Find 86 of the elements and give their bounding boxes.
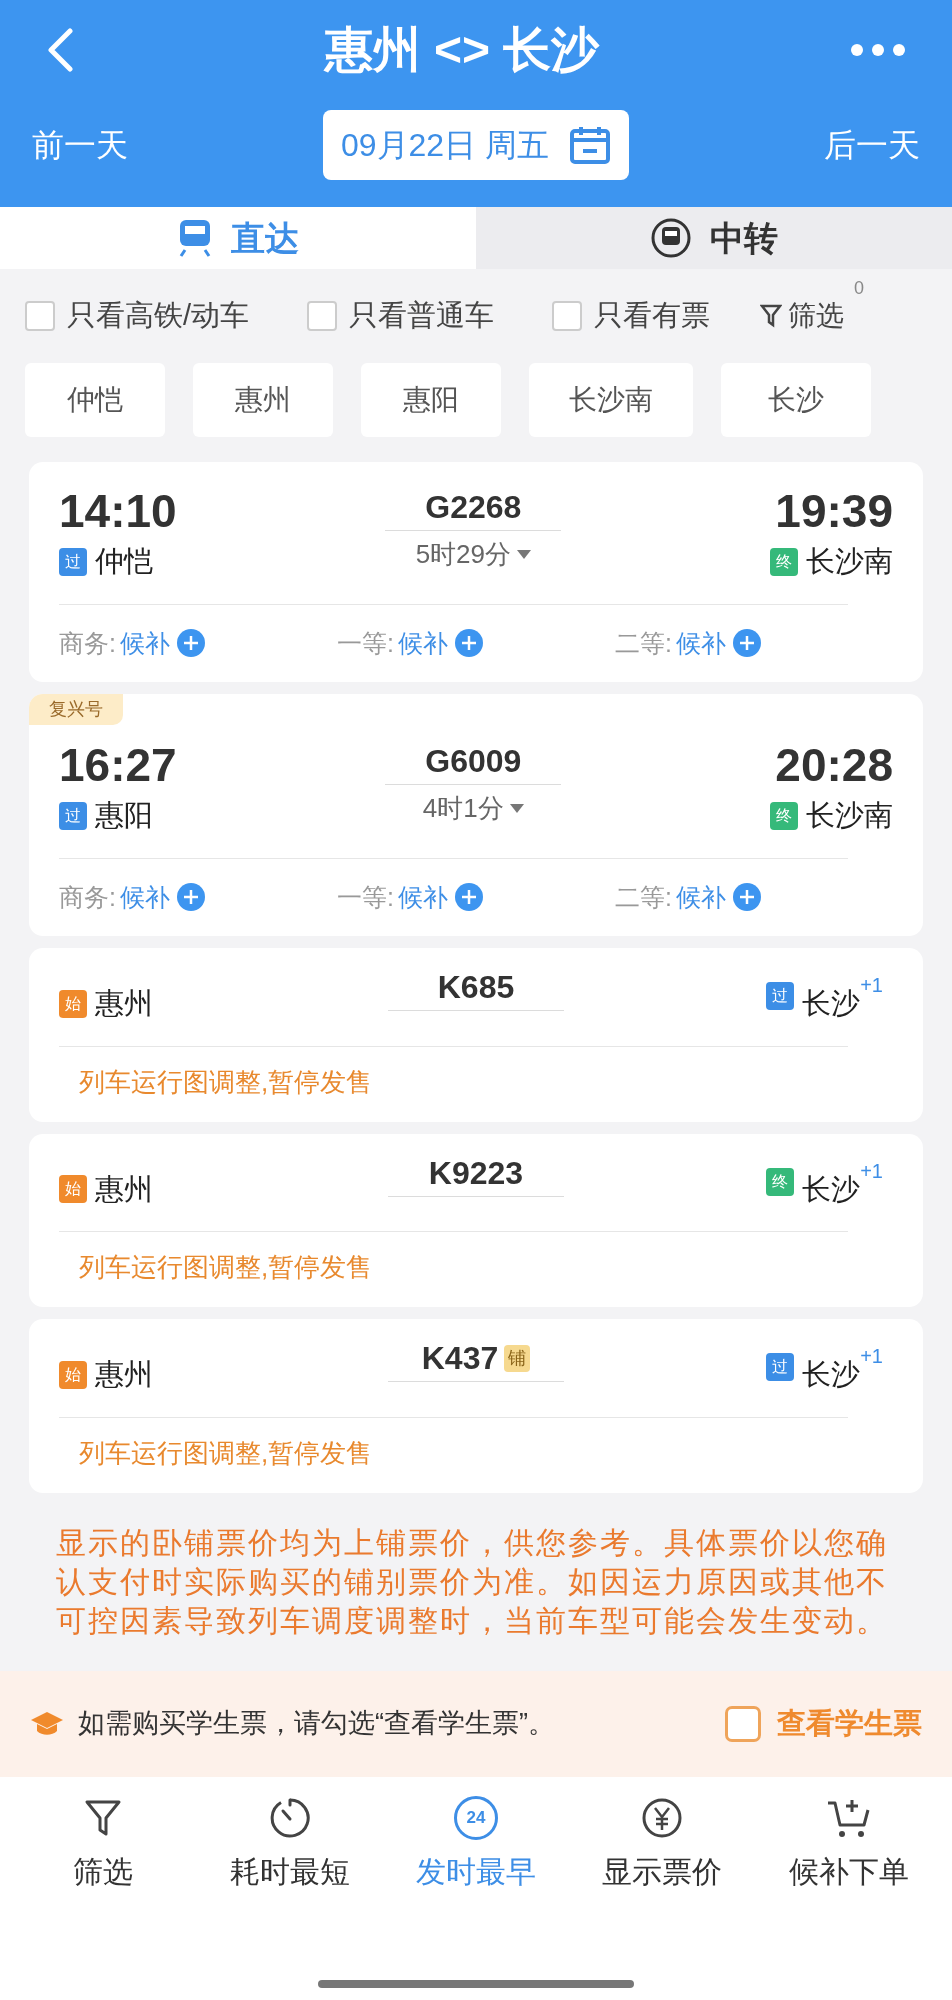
bottom-nav-item[interactable]: 筛选: [13, 1794, 194, 1894]
caret-down-icon: [517, 550, 531, 559]
plus-circle-icon: [175, 628, 206, 659]
train-number[interactable]: G6009: [425, 742, 522, 780]
filter-count: 0: [854, 277, 865, 300]
stop-type-badge: 过: [59, 801, 87, 830]
stop-type-badge: 始: [59, 1360, 87, 1389]
tab[interactable]: 中转: [476, 207, 952, 269]
seat-class: 一等:: [337, 627, 394, 659]
filter-checkbox[interactable]: 只看有票: [552, 294, 711, 338]
train-transfer-icon: [650, 217, 692, 259]
duration: 5时29分: [415, 538, 511, 571]
arrival-time: 20:28: [775, 738, 893, 792]
day-offset: +1: [860, 1344, 883, 1369]
route-title: 惠州 <> 长沙: [324, 22, 600, 78]
stop-type-badge: 终: [770, 801, 798, 830]
plus-circle-icon: [453, 882, 484, 913]
station-name: 惠州: [95, 1171, 153, 1207]
station-name: 惠州: [95, 1357, 153, 1392]
station-name: 仲恺: [95, 544, 153, 579]
station-name: 长沙: [802, 1357, 861, 1392]
train-icon: [177, 218, 213, 258]
arrival-time: 19:39: [775, 484, 893, 538]
train-number[interactable]: G2268: [425, 488, 522, 526]
seat-class: 二等:: [615, 881, 672, 913]
checkbox[interactable]: [552, 301, 583, 331]
student-ticket-hint: 如需购买学生票，请勾选“查看学生票”。: [78, 1707, 556, 1741]
station-name: 长沙: [802, 1171, 861, 1207]
timer-icon: [268, 1796, 311, 1839]
calendar-icon: [569, 125, 612, 165]
plus-circle-icon: [731, 882, 762, 913]
plus-circle-icon: [453, 628, 484, 659]
seat-class: 商务:: [59, 627, 116, 659]
checkbox[interactable]: [25, 301, 55, 331]
station-name: 长沙南: [806, 544, 893, 579]
sale-notice: 列车运行图调整,暂停发售: [78, 1065, 374, 1099]
departure-time: 16:27: [59, 738, 177, 792]
station-chip[interactable]: 长沙: [721, 363, 871, 437]
train-number[interactable]: K437: [421, 1339, 499, 1377]
station-name: 惠州: [95, 986, 153, 1021]
day-offset: +1: [860, 973, 883, 998]
seat-class: 商务:: [59, 881, 116, 913]
train-number[interactable]: K9223: [428, 1153, 524, 1192]
checkbox[interactable]: [725, 1705, 761, 1742]
stop-type-badge: 过: [59, 547, 87, 576]
day-offset: +1: [860, 1158, 883, 1184]
station-name: 惠阳: [95, 798, 153, 833]
filter-checkbox[interactable]: 只看普通车: [307, 294, 495, 338]
plus-circle-icon: [175, 882, 206, 913]
plus-circle-icon: [731, 628, 762, 659]
more-icon[interactable]: [850, 43, 906, 57]
stop-type-badge: 终: [770, 547, 798, 576]
bottom-nav-item[interactable]: 候补下单: [758, 1794, 939, 1894]
disclaimer-text: 显示的卧铺票价均为上铺票价，供您参考。具体票价以您确认支付时实际购买的铺别票价为准。如因运力原因或其他不可控因素导致列车调度调整时，当前车型可能会发生变动。: [56, 1524, 889, 1639]
bottom-nav-item[interactable]: 耗时最短: [199, 1794, 380, 1894]
departure-time: 14:10: [59, 484, 177, 538]
train-tag: 复兴号: [29, 694, 123, 725]
station-chip[interactable]: 惠阳: [361, 363, 501, 437]
train-card[interactable]: 复兴号 16:27 过 惠阳 G6009 4时1分 20:28 终 长沙南 商务: 候补 一等: 候补 二等: 候补: [29, 694, 923, 936]
station-chip[interactable]: 仲恺: [25, 363, 165, 437]
stop-type-badge: 过: [766, 982, 795, 1010]
station-name: 长沙南: [806, 798, 893, 833]
stop-type-badge: 过: [766, 1353, 795, 1381]
back-icon[interactable]: [46, 28, 74, 72]
bottom-nav-item[interactable]: 显示票价: [572, 1794, 753, 1894]
seat-class: 一等:: [337, 881, 394, 913]
filter-icon: [760, 303, 783, 329]
checkbox[interactable]: [307, 301, 338, 331]
clock-24-icon: 24: [453, 1795, 498, 1840]
seat-class: 二等:: [615, 627, 672, 659]
sleeper-badge: 铺: [504, 1344, 531, 1372]
stop-type-badge: 始: [59, 989, 87, 1018]
stop-type-badge: 始: [59, 1175, 87, 1204]
stop-type-badge: 终: [766, 1167, 795, 1196]
sale-notice: 列车运行图调整,暂停发售: [78, 1251, 374, 1284]
filter-checkbox[interactable]: 只看高铁/动车: [25, 294, 250, 338]
station-chip[interactable]: 惠州: [193, 363, 333, 437]
train-number[interactable]: K685: [437, 968, 515, 1006]
station-name: 长沙: [802, 986, 861, 1021]
train-card[interactable]: 14:10 过 仲恺 G2268 5时29分 19:39 终 长沙南 商务: 候补 一等: 候补 二等: 候补: [29, 462, 923, 682]
yuan-icon: [641, 1796, 684, 1839]
caret-down-icon: [509, 804, 524, 813]
graduation-cap-icon: [30, 1709, 64, 1738]
station-chip[interactable]: 长沙南: [529, 363, 693, 437]
sale-notice: 列车运行图调整,暂停发售: [78, 1436, 374, 1470]
duration: 4时1分: [422, 792, 504, 825]
